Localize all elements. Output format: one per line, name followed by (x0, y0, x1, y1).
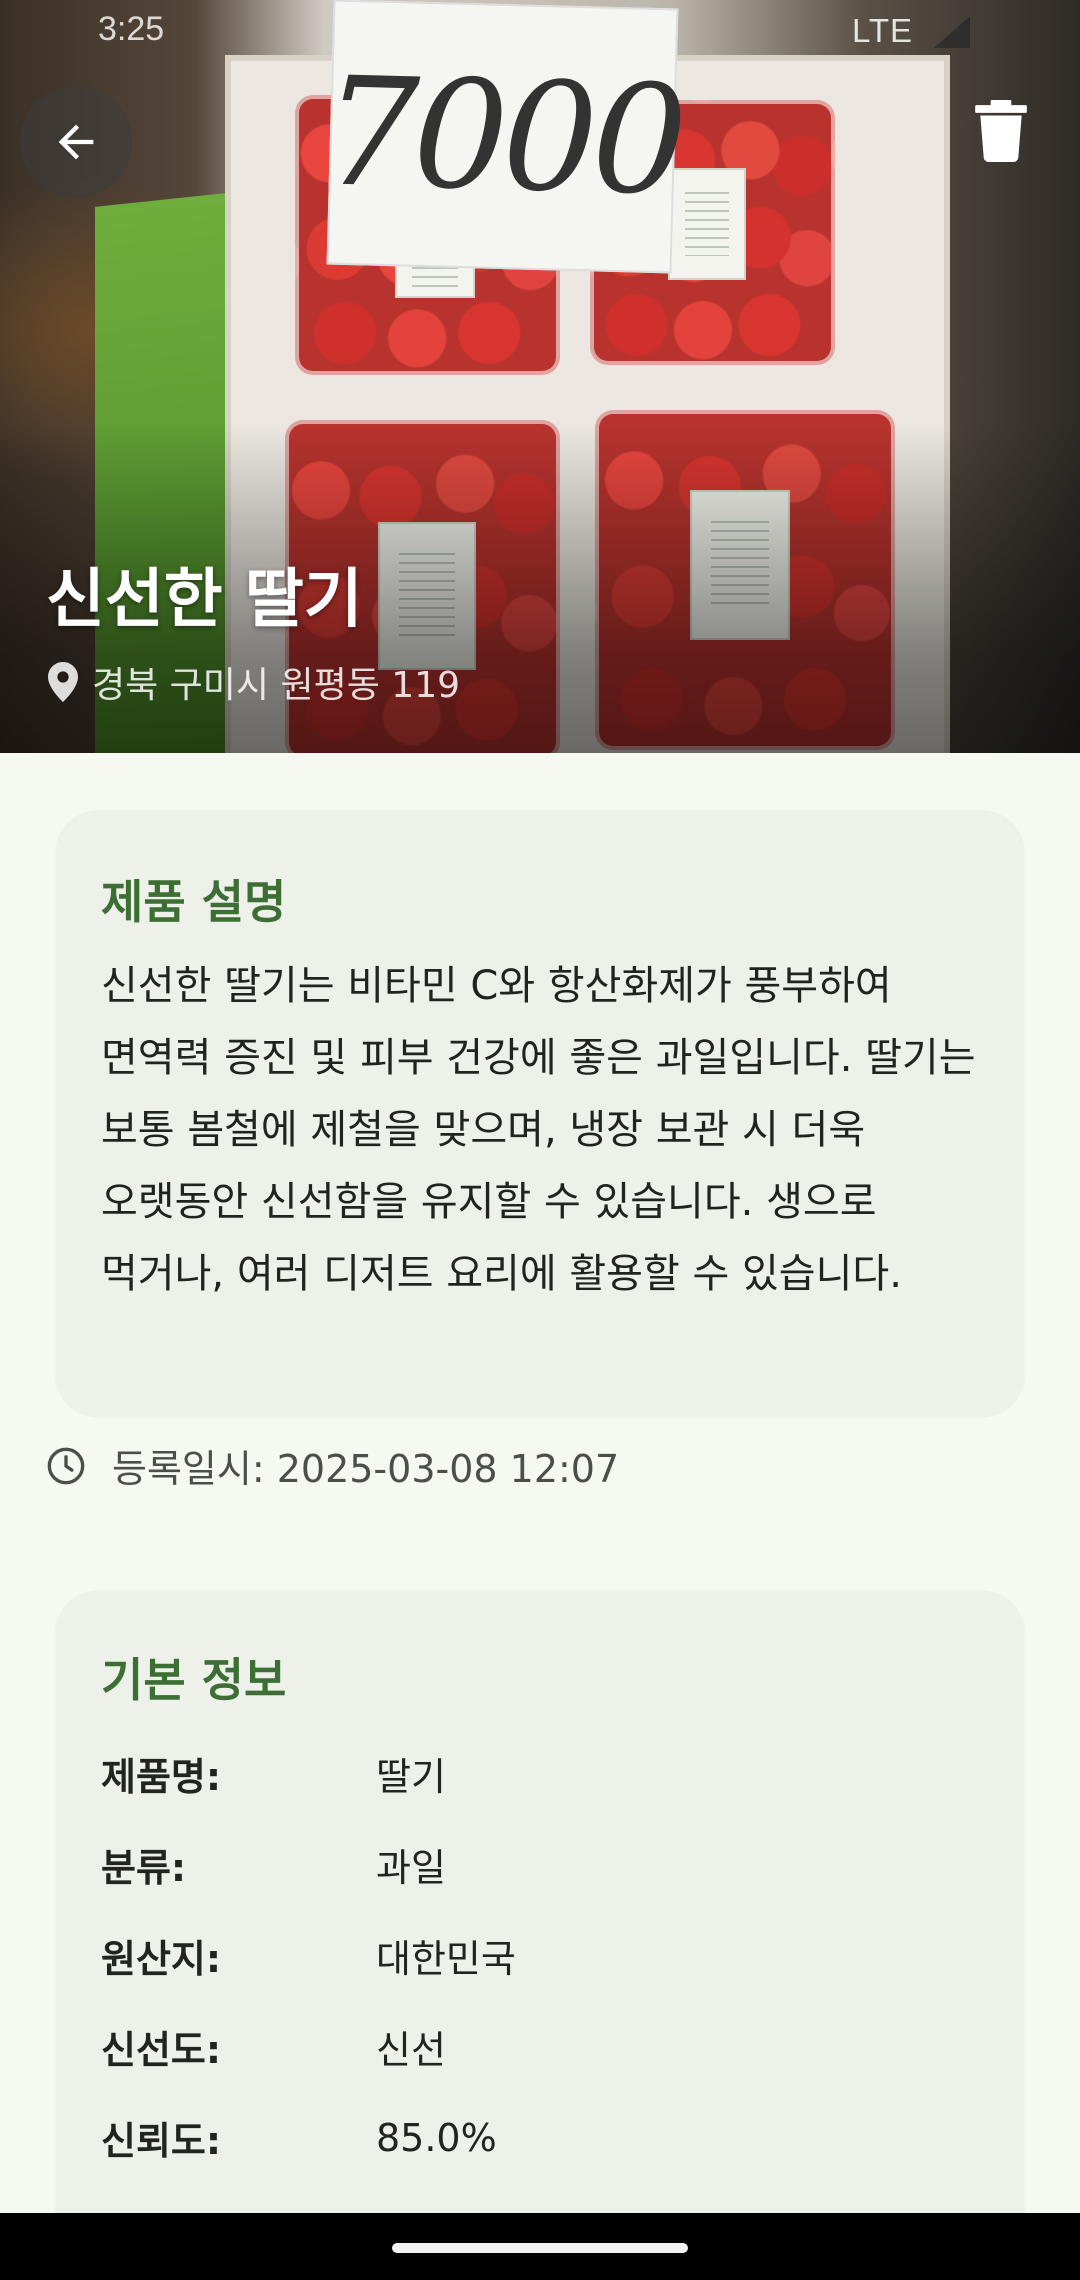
basic-info-title: 기본 정보 (101, 1653, 287, 1707)
info-row-freshness: 신선도: 신선 (101, 2019, 446, 2074)
location-pin-icon (48, 662, 78, 702)
info-value: 딸기 (376, 1755, 446, 1799)
info-row-name: 제품명: 딸기 (101, 1746, 446, 1801)
info-value: 신선 (376, 2028, 446, 2072)
arrow-left-icon (58, 124, 94, 160)
info-label: 제품명: (101, 1755, 222, 1799)
registration-info: 등록일시: 2025-03-08 12:07 (46, 1438, 619, 1493)
product-detail-screen: 7000 3:25 LTE 신선한 딸기 경북 구미시 원평동 119 제품 설… (0, 0, 1080, 2280)
registration-text: 등록일시: 2025-03-08 12:07 (112, 1447, 620, 1491)
info-row-category: 분류: 과일 (101, 1837, 446, 1892)
price-sign-text: 7000 (321, 44, 684, 229)
basic-info-card: 기본 정보 제품명: 딸기 분류: 과일 원산지: 대한민국 신선도: 신선 신… (55, 1590, 1025, 2230)
home-indicator[interactable] (392, 2243, 688, 2253)
product-location: 경북 구미시 원평동 119 (48, 656, 460, 708)
location-text: 경북 구미시 원평동 119 (92, 665, 461, 706)
info-label: 신선도: (101, 2028, 222, 2072)
description-text: 신선한 딸기는 비타민 C와 항산화제가 풍부하여 면역력 증진 및 피부 건강… (101, 963, 976, 1297)
trash-icon (975, 100, 1027, 162)
info-row-confidence: 신뢰도: 85.0% (101, 2110, 497, 2165)
info-label: 분류: (101, 1846, 187, 1890)
status-time: 3:25 (98, 10, 165, 48)
info-row-origin: 원산지: 대한민국 (101, 1928, 516, 1983)
delete-button[interactable] (946, 100, 1056, 210)
network-type: LTE (852, 12, 914, 49)
system-navigation-bar (0, 2213, 1080, 2280)
product-title: 신선한 딸기 (46, 563, 363, 637)
description-card: 제품 설명 신선한 딸기는 비타민 C와 항산화제가 풍부하여 면역력 증진 및… (55, 810, 1025, 1418)
description-title: 제품 설명 (101, 875, 287, 929)
info-label: 신뢰도: (101, 2119, 222, 2163)
clock-icon (47, 1447, 85, 1484)
info-value: 대한민국 (376, 1937, 516, 1981)
price-sign: 7000 (321, 0, 684, 274)
info-label: 원산지: (101, 1937, 222, 1981)
product-photo: 7000 3:25 LTE 신선한 딸기 경북 구미시 원평동 119 (0, 0, 1080, 753)
info-value: 과일 (376, 1846, 446, 1890)
back-button[interactable] (20, 86, 132, 198)
info-value: 85.0% (376, 2115, 497, 2160)
signal-icon (934, 16, 970, 48)
